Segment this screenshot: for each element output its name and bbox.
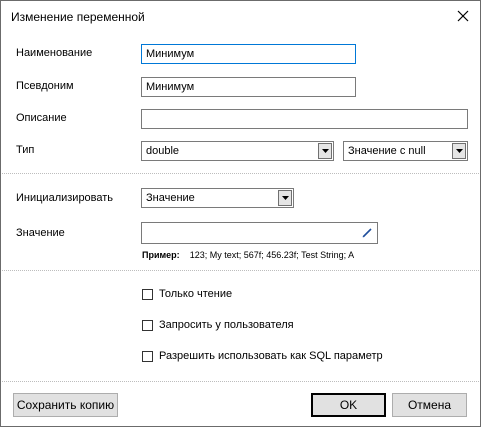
description-input[interactable] <box>141 109 468 129</box>
type-select[interactable]: double <box>141 141 334 161</box>
type-select-arrow[interactable] <box>318 143 332 159</box>
nullable-select-arrow[interactable] <box>452 143 466 159</box>
section-divider <box>2 381 479 382</box>
cancel-button[interactable]: Отмена <box>392 393 467 417</box>
readonly-label: Только чтение <box>159 288 233 300</box>
alias-input[interactable]: Минимум <box>141 77 356 97</box>
value-label: Значение <box>16 227 65 239</box>
chevron-down-icon <box>455 149 463 153</box>
name-label: Наименование <box>16 47 93 59</box>
value-input[interactable] <box>141 222 378 244</box>
initialize-select-arrow[interactable] <box>278 190 292 206</box>
chevron-down-icon <box>321 149 329 153</box>
sql-param-label: Разрешить использовать как SQL параметр <box>159 350 383 362</box>
example-hint: Пример: 123; My text; 567f; 456.23f; Tes… <box>142 250 354 260</box>
close-button[interactable] <box>449 3 477 29</box>
initialize-label: Инициализировать <box>16 192 114 204</box>
nullable-select[interactable]: Значение с null <box>343 141 468 161</box>
ask-user-label: Запросить у пользователя <box>159 319 294 331</box>
section-divider <box>2 173 479 174</box>
readonly-checkbox[interactable] <box>142 289 153 300</box>
ask-user-checkbox[interactable] <box>142 320 153 331</box>
initialize-select-value: Значение <box>146 192 195 204</box>
chevron-down-icon <box>281 196 289 200</box>
name-input[interactable]: Минимум <box>141 44 356 64</box>
section-divider <box>2 270 479 271</box>
nullable-select-value: Значение с null <box>348 145 426 157</box>
description-label: Описание <box>16 112 67 124</box>
title-bar: Изменение переменной <box>1 1 480 32</box>
type-label: Тип <box>16 144 35 156</box>
dialog-title: Изменение переменной <box>11 10 145 24</box>
dialog-window: Изменение переменной Наименование Миниму… <box>0 0 481 427</box>
initialize-select[interactable]: Значение <box>141 188 294 208</box>
pencil-icon[interactable] <box>362 227 373 238</box>
close-icon <box>457 10 469 22</box>
type-select-value: double <box>146 145 180 157</box>
ok-button[interactable]: OK <box>311 393 386 417</box>
save-copy-button[interactable]: Сохранить копию <box>13 393 118 417</box>
sql-param-checkbox[interactable] <box>142 351 153 362</box>
alias-label: Псевдоним <box>16 80 74 92</box>
example-prefix: Пример: <box>142 250 180 260</box>
example-text: 123; My text; 567f; 456.23f; Test String… <box>189 250 355 260</box>
